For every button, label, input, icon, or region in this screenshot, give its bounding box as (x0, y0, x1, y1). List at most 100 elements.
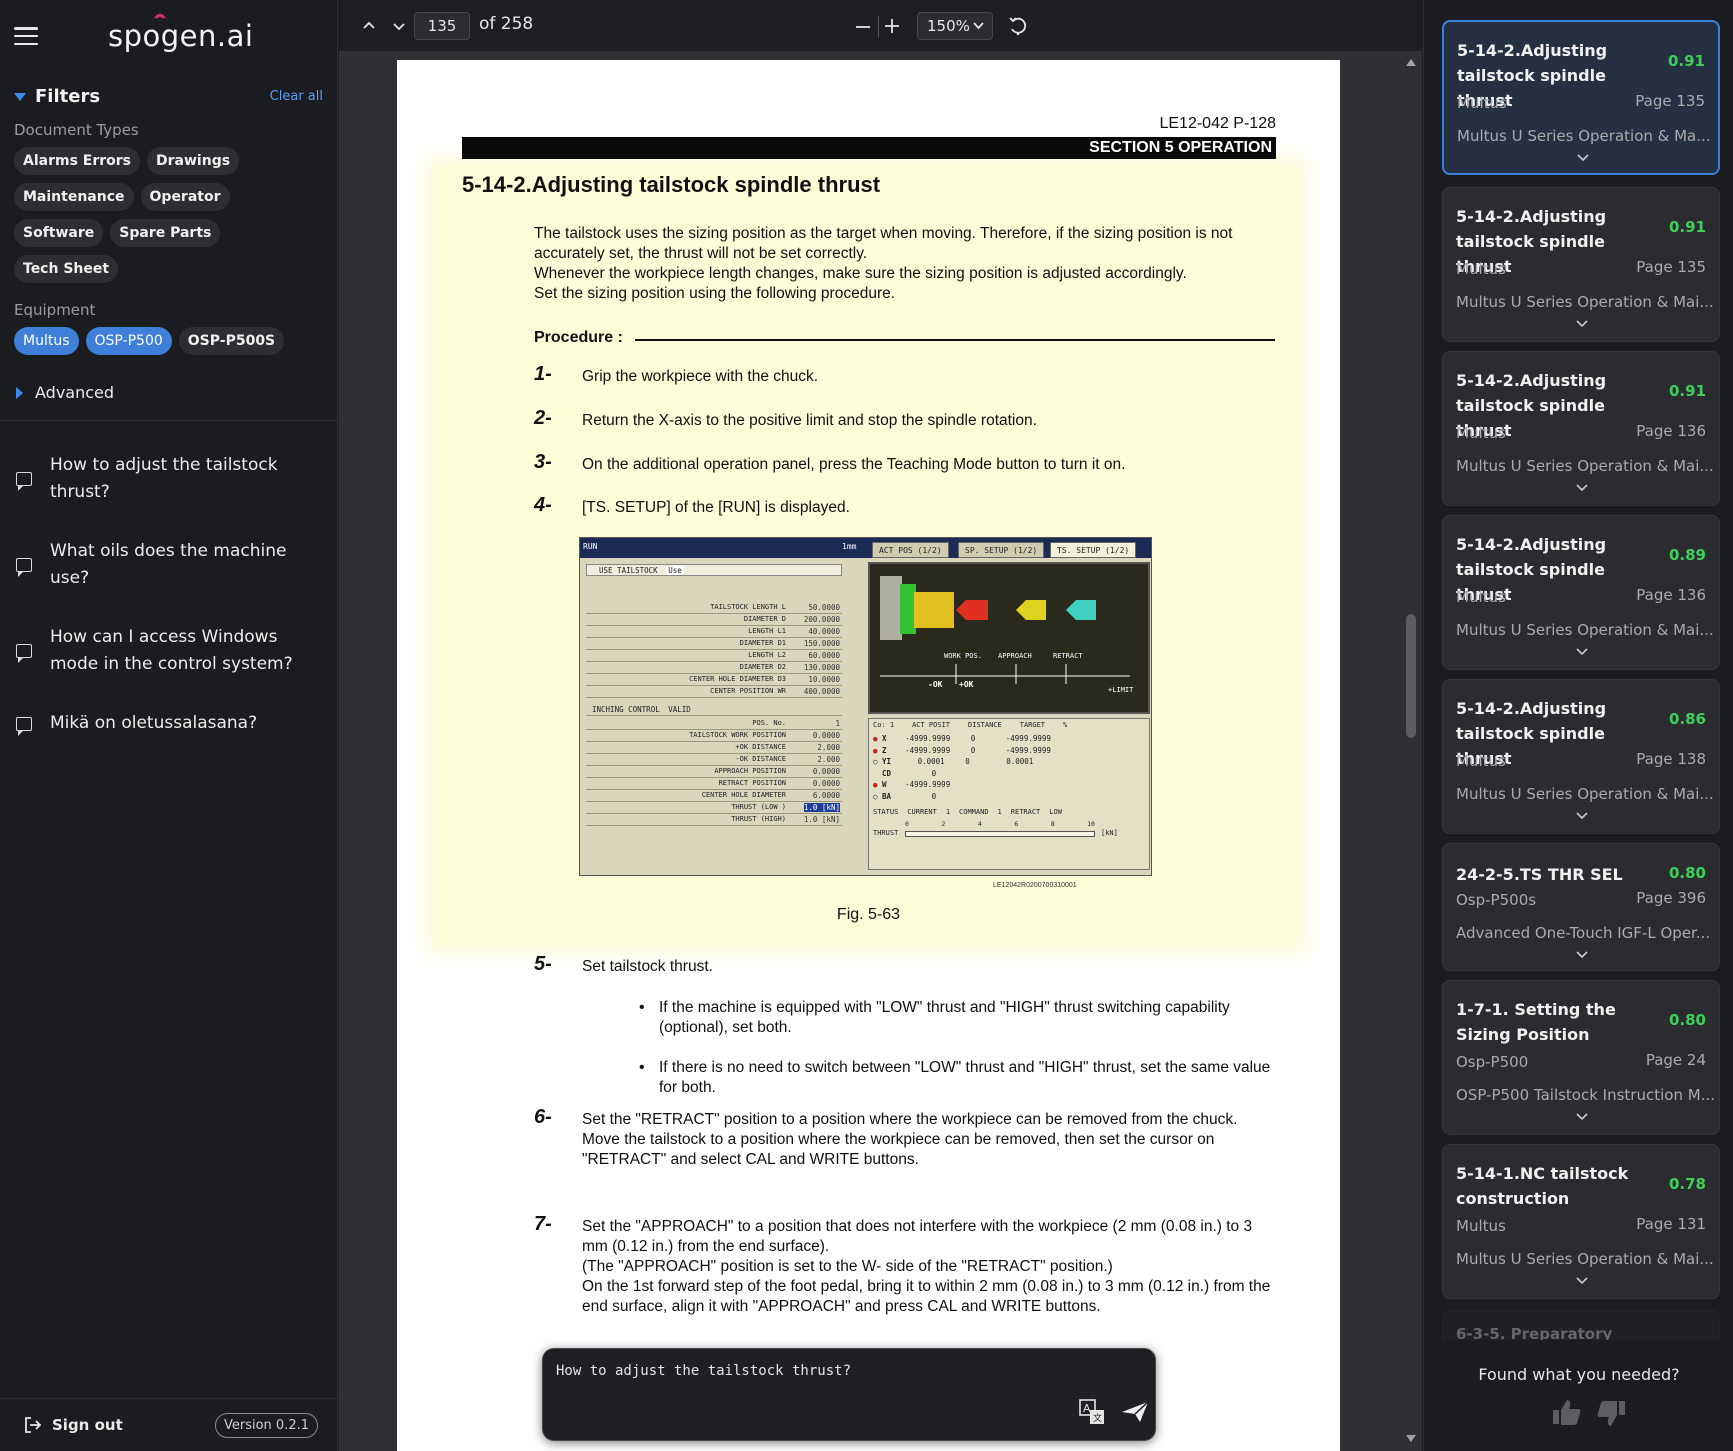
axis-act: 0.0001 (917, 757, 945, 766)
chip-software[interactable]: Software (14, 219, 104, 247)
chip-multus[interactable]: Multus (14, 327, 79, 355)
chip-spare-parts[interactable]: Spare Parts (110, 219, 221, 247)
chip-osp-p500s[interactable]: OSP-P500S (178, 327, 285, 355)
chip-maintenance[interactable]: Maintenance (14, 183, 134, 211)
figure-code: LE12042R0200700310001 (993, 882, 1077, 889)
chevron-down-icon[interactable] (1577, 154, 1589, 162)
thumbs-up-icon[interactable] (1552, 1398, 1582, 1426)
clear-all-link[interactable]: Clear all (270, 89, 323, 104)
tailstock-diagram (880, 576, 1130, 684)
axis-target: -4999.9999 (1005, 745, 1051, 755)
figure-row: CENTER HOLE DIAMETER 6.0000 (586, 790, 842, 802)
scroll-down-icon[interactable] (1405, 1434, 1417, 1443)
results-list: 5-14-2.Adjusting tailstock spindle thrus… (1424, 0, 1733, 1340)
advanced-label: Advanced (35, 383, 115, 402)
logo-text: spogen.ai (108, 19, 254, 53)
result-card[interactable]: 24-2-5.TS THR SEL 0.80 Osp-P500s Page 396 Ad… (1442, 843, 1720, 971)
figure-row: APPROACH POSITION 0.0000 (586, 766, 842, 778)
result-card[interactable]: 5-14-2.Adjusting tailstock spindle thrus… (1442, 187, 1720, 342)
history-item[interactable]: Mikä on oletussalasana? (0, 698, 338, 749)
result-equipment: Multus (1456, 752, 1506, 770)
chip-alarms-errors[interactable]: Alarms Errors (14, 147, 141, 175)
result-card[interactable]: 5-14-2.Adjusting tailstock spindle thrus… (1442, 351, 1720, 506)
step-text: Return the X-axis to the positive limit … (582, 412, 1037, 429)
axis-act: -4999.9999 (905, 780, 951, 789)
history-item[interactable]: What oils does the machine use? (0, 526, 338, 604)
status-row-cell: COMMAND (959, 808, 989, 816)
result-title: 24-2-5.TS THR SEL (1456, 865, 1623, 884)
history-item-label: Mikä on oletussalasana? (50, 713, 258, 733)
viewer-scrollbar[interactable] (1400, 52, 1422, 1451)
figure-tab-active: TS. SETUP (1/2) (1050, 542, 1137, 558)
zoom-in-icon[interactable] (884, 18, 900, 34)
chevron-down-icon[interactable] (1576, 812, 1588, 820)
filters-toggle[interactable]: Filters (14, 86, 100, 107)
status-header-cell: Co: 1 (873, 721, 895, 729)
thrust-unit: [kN] (1101, 829, 1118, 837)
scroll-up-icon[interactable] (1405, 58, 1417, 67)
result-card-partial[interactable]: 6-3-5. Preparatory (1442, 1310, 1720, 1340)
page-total: of 258 (479, 14, 534, 34)
result-score: 0.91 (1668, 382, 1706, 400)
step-number: 1- (534, 363, 552, 385)
step-number: 2- (534, 407, 552, 429)
chevron-down-icon[interactable] (393, 22, 405, 32)
result-score: 0.91 (1667, 52, 1705, 70)
logo[interactable]: spogen.ai (108, 13, 254, 53)
rotate-icon[interactable] (1007, 15, 1029, 37)
chip-tech-sheet[interactable]: Tech Sheet (14, 255, 119, 283)
figure-diagram: WORK POS. APPROACH RETRACT -OK +OK +LIMI… (868, 562, 1150, 714)
step-text: On the additional operation panel, press… (582, 456, 1126, 473)
result-card[interactable]: 5-14-1.NC tailstock construction 0.78 Mult… (1442, 1144, 1720, 1299)
result-equipment: Osp-P500 (1456, 1053, 1529, 1071)
step-number: 4- (534, 494, 552, 516)
result-card[interactable]: 5-14-2.Adjusting tailstock spindle thrus… (1442, 679, 1720, 834)
translate-icon[interactable]: A文 (1079, 1399, 1105, 1425)
result-source: Multus U Series Operation & Mai... (1456, 621, 1714, 639)
zoom-select[interactable]: 150% (917, 12, 993, 40)
chevron-down-icon (973, 22, 984, 30)
figure-row-value: 2.000 (817, 743, 840, 752)
page-number-input[interactable]: 135 (414, 12, 470, 40)
svg-text:文: 文 (1093, 1412, 1102, 1424)
result-card[interactable]: 1-7-1. Setting the Sizing Position 0.80 Os… (1442, 980, 1720, 1135)
chevron-down-icon[interactable] (1576, 1277, 1588, 1285)
chevron-up-icon[interactable] (363, 20, 375, 30)
chevron-down-icon[interactable] (1576, 484, 1588, 492)
chevron-down-icon[interactable] (1576, 951, 1588, 959)
result-equipment: Multus (1457, 94, 1507, 112)
figure-tab: ACT POS (1/2) (872, 542, 949, 558)
chip-osp-p500[interactable]: OSP-P500 (85, 327, 172, 355)
send-icon[interactable] (1121, 1400, 1149, 1424)
result-score: 0.80 (1668, 864, 1706, 882)
result-page: Page 396 (1636, 889, 1706, 907)
scroll-thumb[interactable] (1406, 614, 1416, 738)
chevron-down-icon[interactable] (1576, 320, 1588, 328)
result-card[interactable]: 5-14-2.Adjusting tailstock spindle thrus… (1442, 20, 1720, 175)
zoom-value: 150% (927, 17, 970, 35)
figure-row-label: CENTER POSITION WR (710, 687, 786, 695)
advanced-toggle[interactable]: Advanced (0, 355, 337, 402)
result-card[interactable]: 5-14-2.Adjusting tailstock spindle thrus… (1442, 515, 1720, 670)
axis-target: 0.0001 (1006, 757, 1034, 766)
result-source: Multus U Series Operation & Mai... (1456, 457, 1714, 475)
chevron-down-icon[interactable] (1576, 648, 1588, 656)
sign-out-button[interactable]: Sign out (24, 1416, 123, 1434)
figure-settings-panel: USE TAILSTOCK Use TAILSTOCK LENGTH L 50.0… (586, 564, 842, 869)
sidebar-divider (0, 420, 338, 421)
thumbs-down-icon[interactable] (1596, 1400, 1626, 1428)
history-item[interactable]: How to adjust the tailstock thrust? (0, 440, 338, 518)
chevron-down-icon[interactable] (1576, 1113, 1588, 1121)
figure-row: CENTER HOLE DIAMETER D3 10.0000 (586, 674, 842, 686)
history-item[interactable]: How can I access Windows mode in the con… (0, 612, 338, 690)
result-page: Page 135 (1636, 258, 1706, 276)
status-header-cell: DISTANCE (968, 721, 1002, 729)
thrust-tick: 6 (1014, 820, 1019, 828)
menu-icon[interactable] (14, 27, 38, 45)
chip-operator[interactable]: Operator (140, 183, 230, 211)
figure-row: TAILSTOCK WORK POSITION 0.0000 (586, 730, 842, 742)
chat-input[interactable]: How to adjust the tailstock thrust? (556, 1363, 851, 1379)
chip-drawings[interactable]: Drawings (147, 147, 240, 175)
zoom-out-icon[interactable] (855, 19, 871, 35)
diagram-label: +OK (959, 680, 974, 689)
